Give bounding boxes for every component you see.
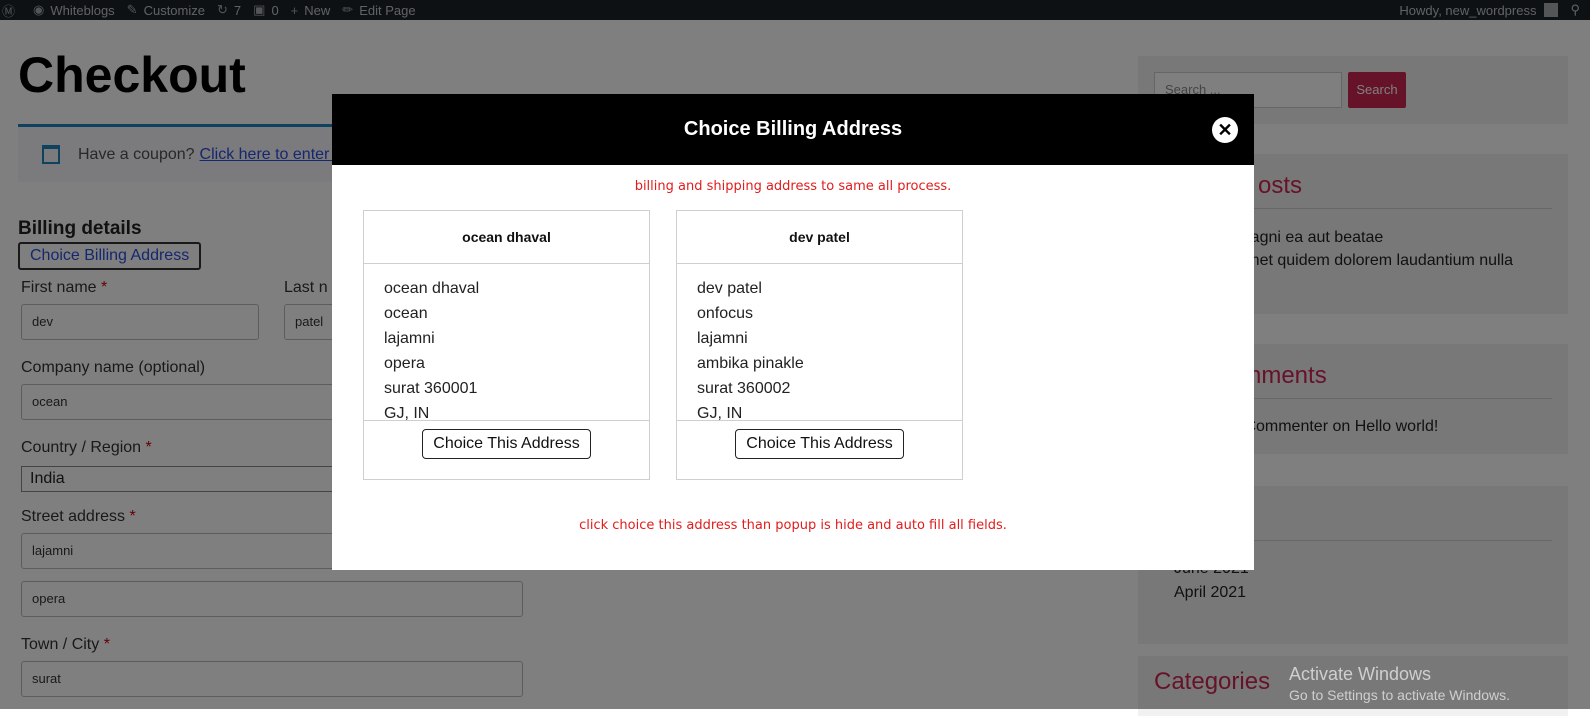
- address-card-footer: Choice This Address: [677, 421, 962, 467]
- address-line: ocean: [384, 305, 428, 322]
- address-line: lajamni: [697, 330, 748, 347]
- address-line: onfocus: [697, 305, 754, 322]
- address-card-title: dev patel: [677, 211, 962, 264]
- address-modal: Choice Billing Address ✕ billing and shi…: [332, 94, 1254, 570]
- address-card: ocean dhaval ocean dhaval ocean lajamni …: [363, 210, 650, 480]
- address-line: surat 360002: [697, 380, 791, 397]
- address-card: dev patel dev patel onfocus lajamni ambi…: [676, 210, 963, 480]
- modal-note-bottom: click choice this address than popup is …: [579, 518, 1007, 533]
- address-line: opera: [384, 355, 425, 372]
- address-line: lajamni: [384, 330, 435, 347]
- address-card-title: ocean dhaval: [364, 211, 649, 264]
- watermark-subtitle: Go to Settings to activate Windows.: [1289, 687, 1510, 703]
- address-card-body: ocean dhaval ocean lajamni opera surat 3…: [364, 264, 649, 422]
- address-line: ambika pinakle: [697, 355, 804, 372]
- modal-title: Choice Billing Address: [332, 94, 1254, 165]
- address-card-footer: Choice This Address: [364, 421, 649, 467]
- activation-watermark: Activate Windows Go to Settings to activ…: [1289, 664, 1510, 703]
- address-card-body: dev patel onfocus lajamni ambika pinakle…: [677, 264, 962, 422]
- choice-this-address-button[interactable]: Choice This Address: [422, 429, 591, 459]
- choice-this-address-button[interactable]: Choice This Address: [735, 429, 904, 459]
- address-line: dev patel: [697, 280, 762, 297]
- address-line: ocean dhaval: [384, 280, 480, 297]
- address-line: surat 360001: [384, 380, 478, 397]
- watermark-title: Activate Windows: [1289, 664, 1432, 684]
- close-icon[interactable]: ✕: [1212, 117, 1238, 143]
- modal-note-top: billing and shipping address to same all…: [634, 179, 952, 194]
